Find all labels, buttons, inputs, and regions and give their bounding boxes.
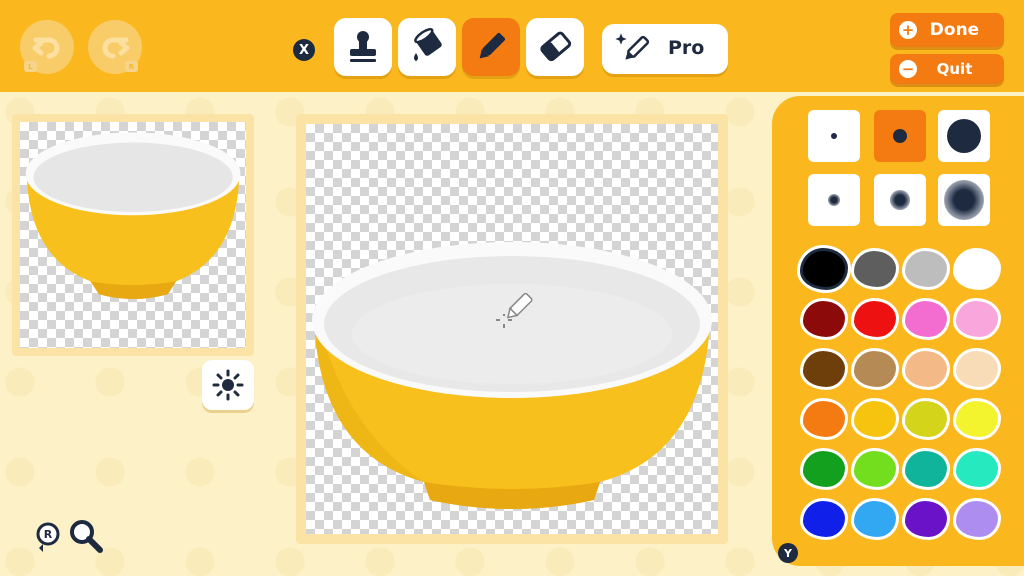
preview-thumbnail xyxy=(20,122,246,348)
stamp-tool-button[interactable] xyxy=(334,18,392,76)
quit-label: Quit xyxy=(936,60,973,78)
color-swatch[interactable] xyxy=(902,298,950,340)
eraser-icon xyxy=(540,31,572,62)
color-swatch[interactable] xyxy=(902,498,950,540)
bowl-thumbnail-image xyxy=(25,132,241,299)
undo-arrow-icon xyxy=(32,37,60,59)
color-swatch[interactable] xyxy=(851,448,899,490)
stamp-icon xyxy=(350,31,376,62)
color-swatch[interactable] xyxy=(902,448,950,490)
color-swatch[interactable] xyxy=(851,398,899,440)
sun-icon xyxy=(212,369,244,401)
color-swatch[interactable] xyxy=(902,348,950,390)
fill-tool-button[interactable] xyxy=(398,18,456,76)
color-swatch[interactable] xyxy=(851,348,899,390)
color-swatch[interactable] xyxy=(800,498,848,540)
color-swatch[interactable] xyxy=(902,248,950,290)
color-swatch[interactable] xyxy=(800,298,848,340)
brush-large-soft-button[interactable] xyxy=(938,174,990,226)
brush-dot-icon xyxy=(828,194,840,206)
color-swatch[interactable] xyxy=(800,348,848,390)
color-swatch[interactable] xyxy=(953,498,1001,540)
brush-dot-icon xyxy=(944,180,984,220)
pro-label: Pro xyxy=(668,37,705,59)
color-swatch[interactable] xyxy=(851,498,899,540)
redo-key-label: R xyxy=(125,61,138,72)
zoom-icon: R xyxy=(36,520,103,553)
color-swatch[interactable] xyxy=(953,448,1001,490)
undo-button[interactable]: L xyxy=(20,20,74,74)
color-swatch[interactable] xyxy=(953,248,1001,290)
redo-button[interactable]: R xyxy=(88,20,142,74)
brush-medium-soft-button[interactable] xyxy=(874,174,926,226)
brush-dot-icon xyxy=(890,190,910,210)
plus-icon: + xyxy=(899,21,917,39)
brush-small-soft-button[interactable] xyxy=(808,174,860,226)
brush-large-button[interactable] xyxy=(938,110,990,162)
quit-button[interactable]: − Quit xyxy=(890,54,1004,84)
close-x-button[interactable]: X xyxy=(293,39,315,61)
bowl-image xyxy=(312,242,712,509)
brush-small-button[interactable] xyxy=(808,110,860,162)
color-swatch[interactable] xyxy=(800,248,848,290)
brush-medium-button[interactable] xyxy=(874,110,926,162)
redo-arrow-icon xyxy=(102,37,130,59)
paint-bucket-icon xyxy=(414,27,442,61)
sparkle-pen-icon xyxy=(615,33,650,60)
done-button[interactable]: + Done xyxy=(890,13,1004,47)
svg-text:R: R xyxy=(44,528,53,541)
brightness-button[interactable] xyxy=(202,360,254,410)
eraser-tool-button[interactable] xyxy=(526,18,584,76)
pro-tool-button[interactable]: Pro xyxy=(602,24,728,74)
color-swatch[interactable] xyxy=(800,448,848,490)
drawing-canvas[interactable] xyxy=(306,124,718,534)
marker-pen-icon xyxy=(479,32,506,59)
color-swatch[interactable] xyxy=(953,298,1001,340)
minus-icon: − xyxy=(899,60,917,78)
undo-key-label: L xyxy=(24,61,37,72)
color-swatch[interactable] xyxy=(953,398,1001,440)
canvas-frame xyxy=(296,114,728,544)
pen-tool-button[interactable] xyxy=(462,18,520,76)
color-swatch[interactable] xyxy=(902,398,950,440)
preview-frame xyxy=(12,114,254,356)
color-swatch[interactable] xyxy=(851,298,899,340)
color-swatch[interactable] xyxy=(851,248,899,290)
zoom-control[interactable]: R xyxy=(32,516,106,556)
top-toolbar: L R X Pro + Done − Quit xyxy=(0,0,1024,92)
color-swatch[interactable] xyxy=(953,348,1001,390)
y-button[interactable]: Y xyxy=(778,543,798,563)
done-label: Done xyxy=(929,20,980,40)
color-swatch[interactable] xyxy=(800,398,848,440)
brush-dot-icon xyxy=(947,119,981,153)
brush-dot-icon xyxy=(831,133,837,139)
brush-dot-icon xyxy=(893,129,907,143)
